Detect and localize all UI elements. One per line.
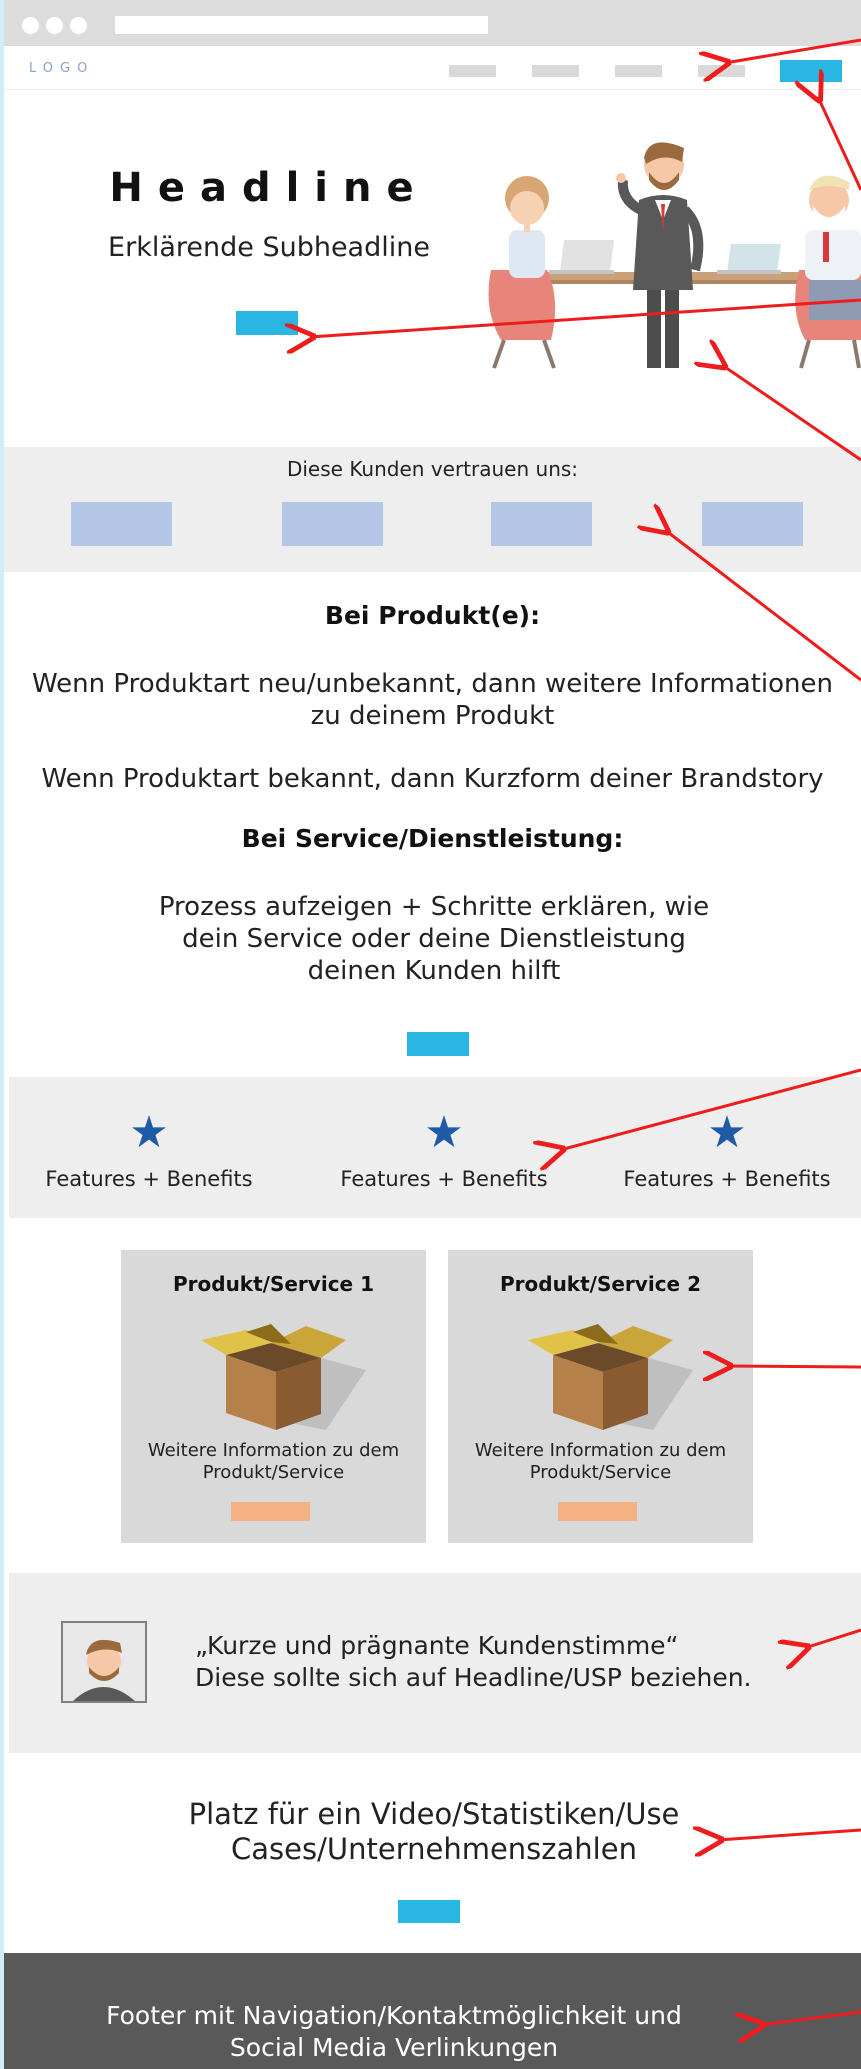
team-meeting-illustration	[488, 142, 861, 369]
client-logo-placeholder	[282, 502, 383, 546]
client-logos-section: Diese Kunden vertrauen uns:	[4, 447, 861, 572]
service-paragraph: Prozess aufzeigen + Schritte erklären, w…	[158, 892, 710, 986]
client-logo-placeholder	[491, 502, 592, 546]
clients-title: Diese Kunden vertrauen uns:	[286, 457, 579, 481]
hero-subheadline: Erklärende Subheadline	[108, 232, 430, 263]
footer: Footer mit Navigation/Kontaktmöglichkeit…	[4, 1953, 861, 2069]
video-stats-placeholder-text: Platz für ein Video/Statistiken/Use Case…	[188, 1797, 680, 1866]
window-dot-icon	[70, 17, 87, 34]
site-navigation: LOGO	[4, 46, 861, 90]
hero-headline: Headline	[109, 165, 429, 211]
product-paragraph-known: Wenn Produktart bekannt, dann Kurzform d…	[41, 764, 824, 794]
product-card-info: Weitere Information zu dem Produkt/Servi…	[474, 1440, 727, 1483]
testimonial-quote-line: „Kurze und prägnante Kundenstimme“	[195, 1631, 679, 1660]
nav-item-placeholder[interactable]	[615, 65, 662, 77]
product-card-button[interactable]	[558, 1502, 637, 1521]
product-card: Produkt/Service 2 Weitere Information zu…	[448, 1250, 753, 1543]
star-icon: ★	[129, 1107, 169, 1158]
box-icon	[528, 1324, 693, 1430]
footer-text: Footer mit Navigation/Kontaktmöglichkeit…	[106, 2001, 682, 2062]
feature-item: ★ Features + Benefits	[597, 1107, 857, 1192]
bearded-man-avatar-icon	[63, 1623, 145, 1701]
star-icon: ★	[707, 1107, 747, 1158]
logo[interactable]: LOGO	[29, 61, 94, 76]
browser-chrome	[4, 0, 861, 46]
product-paragraph-new: Wenn Produktart neu/unbekannt, dann weit…	[31, 669, 834, 731]
nav-item-placeholder[interactable]	[698, 65, 745, 77]
client-logo-placeholder	[71, 502, 172, 546]
feature-label: Features + Benefits	[340, 1167, 548, 1191]
box-icon	[201, 1324, 366, 1430]
features-section: ★ Features + Benefits ★ Features + Benef…	[9, 1077, 861, 1218]
content-cta-button[interactable]	[407, 1032, 469, 1056]
product-heading: Bei Produkt(e):	[324, 601, 541, 630]
window-dot-icon	[46, 17, 63, 34]
testimonial-section: „Kurze und prägnante Kundenstimme“ Diese…	[9, 1573, 861, 1753]
client-logo-placeholder	[702, 502, 803, 546]
address-bar[interactable]	[115, 16, 488, 34]
product-card: Produkt/Service 1 Weitere Information zu…	[121, 1250, 426, 1543]
star-icon: ★	[424, 1107, 464, 1158]
nav-item-placeholder[interactable]	[532, 65, 579, 77]
feature-item: ★ Features + Benefits	[19, 1107, 279, 1192]
wireframe-page: LOGO Headline Erklärende Subheadline Die…	[4, 0, 861, 2069]
avatar	[61, 1621, 147, 1703]
feature-label: Features + Benefits	[623, 1167, 831, 1191]
bottom-cta-button[interactable]	[398, 1900, 460, 1923]
window-dot-icon	[22, 17, 39, 34]
product-card-info: Weitere Information zu dem Produkt/Servi…	[147, 1440, 400, 1483]
testimonial-quote: „Kurze und prägnante Kundenstimme“ Diese…	[195, 1630, 835, 1694]
nav-item-placeholder[interactable]	[449, 65, 496, 77]
hero-cta-button[interactable]	[236, 311, 298, 335]
feature-label: Features + Benefits	[45, 1167, 253, 1191]
feature-item: ★ Features + Benefits	[314, 1107, 574, 1192]
product-card-button[interactable]	[231, 1502, 310, 1521]
nav-cta-button[interactable]	[780, 60, 842, 82]
testimonial-quote-line: Diese sollte sich auf Headline/USP bezie…	[195, 1663, 752, 1692]
product-card-title: Produkt/Service 1	[172, 1272, 374, 1296]
product-card-title: Produkt/Service 2	[499, 1272, 701, 1296]
service-heading: Bei Service/Dienstleistung:	[241, 824, 624, 853]
